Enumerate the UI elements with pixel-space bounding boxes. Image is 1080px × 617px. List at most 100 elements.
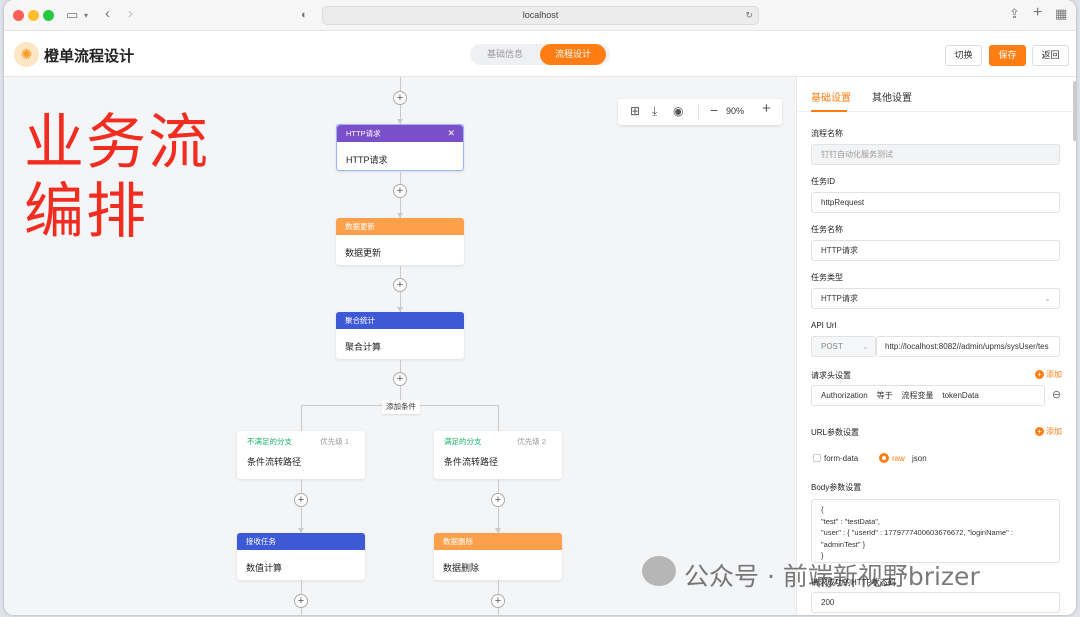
import-icon[interactable]: ⊞ <box>630 104 640 118</box>
watermark: 公众号 · 前端新视野brizer <box>642 556 980 593</box>
branch-priority: 优先级 2 <box>517 437 546 446</box>
api-url-label: API Url <box>811 321 837 330</box>
flow-canvas[interactable]: 业务流 编排 ⊞ ⤓ ◉ − 90% + + HTTP请求 ✕ HTTP请求 + … <box>4 77 796 615</box>
zoom-level: 90% <box>726 106 745 116</box>
tab-other-settings[interactable]: 其他设置 <box>872 89 912 104</box>
branch-priority: 优先级 1 <box>320 437 349 446</box>
add-node-button[interactable]: + <box>393 372 407 386</box>
add-node-button[interactable]: + <box>294 594 308 608</box>
add-node-button[interactable]: + <box>393 184 407 198</box>
overlay-title-line1: 业务流 <box>24 108 210 178</box>
node-body: HTTP请求 <box>346 155 388 165</box>
minimize-window-button[interactable] <box>28 10 39 21</box>
address-bar[interactable]: localhost ↻ <box>322 6 759 25</box>
add-node-button[interactable]: + <box>491 594 505 608</box>
add-node-button[interactable]: + <box>393 278 407 292</box>
header-tabs: 基础信息 流程设计 <box>470 44 610 65</box>
add-header-button[interactable]: + 添加 <box>1035 369 1062 380</box>
branch-node-satisfied[interactable]: 满足的分支 优先级 2 条件流转路径 <box>434 431 562 479</box>
header-row[interactable]: Authorization 等于 流程变量 tokenData <box>811 385 1045 406</box>
zoom-in-icon[interactable]: + <box>762 101 771 116</box>
flow-node-data-delete[interactable]: 数据删除 数据删除 <box>434 533 562 580</box>
delete-node-icon[interactable]: ✕ <box>447 125 455 142</box>
branch-title: 不满足的分支 <box>247 437 292 446</box>
radio-raw[interactable]: raw <box>879 453 905 463</box>
overlay-title: 业务流 编排 <box>24 109 210 247</box>
close-window-button[interactable] <box>13 10 24 21</box>
task-name-field[interactable]: HTTP请求 <box>811 240 1060 261</box>
browser-window: ▭ ▾ ‹ › ◐ localhost ↻ ⇪ + ▦ ✺ 橙单流程设计 基础信… <box>4 0 1076 615</box>
switch-button[interactable]: 切换 <box>945 45 982 66</box>
back-button[interactable]: 返回 <box>1032 45 1069 66</box>
node-body: 数据删除 <box>443 563 480 573</box>
task-type-value: HTTP请求 <box>821 294 858 303</box>
add-node-button[interactable]: + <box>491 493 505 507</box>
tab-basic-settings[interactable]: 基础设置 <box>811 89 851 104</box>
orange-logo-icon: ✺ <box>14 42 39 67</box>
reload-icon[interactable]: ↻ <box>745 7 753 24</box>
tab-basic-info[interactable]: 基础信息 <box>474 44 536 65</box>
share-icon[interactable]: ⇪ <box>1009 7 1020 21</box>
branch-header: 满足的分支 优先级 2 <box>434 431 562 449</box>
sidebar-toggle-icon[interactable]: ▭ <box>66 8 78 22</box>
node-header: 聚合统计 <box>336 312 464 329</box>
flow-name-label: 流程名称 <box>811 129 843 138</box>
body-params-editor[interactable]: { "test" : "testData", "user" : { "userI… <box>811 499 1060 563</box>
node-header-text: 数据更新 <box>345 222 375 231</box>
node-header-text: 数据删除 <box>443 537 473 546</box>
add-node-button[interactable]: + <box>294 493 308 507</box>
node-header: HTTP请求 ✕ <box>337 125 463 142</box>
body-params-label: Body参数设置 <box>811 483 862 492</box>
plus-icon: + <box>1035 370 1044 379</box>
node-body: 数值计算 <box>246 563 283 573</box>
task-type-label: 任务类型 <box>811 273 843 282</box>
node-header: 接收任务 <box>237 533 365 550</box>
url-params-label: URL参数设置 <box>811 428 860 437</box>
task-name-label: 任务名称 <box>811 225 843 234</box>
add-url-param-button[interactable]: + 添加 <box>1035 426 1062 437</box>
panel-scrollbar[interactable] <box>1073 81 1076 141</box>
tab-flow-design[interactable]: 流程设计 <box>540 44 606 65</box>
add-node-button[interactable]: + <box>393 91 407 105</box>
back-arrow-icon[interactable]: ‹ <box>105 6 110 21</box>
task-type-select[interactable]: HTTP请求 ⌄ <box>811 288 1060 309</box>
branch-connector <box>498 405 499 432</box>
forward-arrow-icon[interactable]: › <box>128 6 133 21</box>
tab-overview-icon[interactable]: ▦ <box>1055 7 1067 21</box>
panel-tabs: 基础设置 其他设置 <box>797 77 1076 112</box>
success-status-field[interactable]: 200 <box>811 592 1060 613</box>
task-id-field[interactable]: httpRequest <box>811 192 1060 213</box>
preview-eye-icon[interactable]: ◉ <box>673 104 683 118</box>
save-button[interactable]: 保存 <box>989 45 1026 66</box>
radio-form-data[interactable]: form-data <box>813 454 858 463</box>
node-body: 聚合计算 <box>345 342 382 352</box>
node-header-text: HTTP请求 <box>346 129 381 138</box>
zoom-out-icon[interactable]: − <box>710 103 718 117</box>
add-condition-button[interactable]: 添加条件 <box>382 400 420 414</box>
browser-titlebar: ▭ ▾ ‹ › ◐ localhost ↻ ⇪ + ▦ <box>4 0 1076 31</box>
flow-name-field: 钉钉自动化服务测试 <box>811 144 1060 165</box>
body-line: { <box>821 505 824 514</box>
flow-node-receive-task[interactable]: 接收任务 数值计算 <box>237 533 365 580</box>
chevron-down-icon: ⌄ <box>1044 294 1051 303</box>
branch-node-unsatisfied[interactable]: 不满足的分支 优先级 1 条件流转路径 <box>237 431 365 479</box>
raw-format: json <box>912 454 927 463</box>
branch-header: 不满足的分支 优先级 1 <box>237 431 365 449</box>
tab-basic-info-label: 基础信息 <box>486 49 523 59</box>
shield-icon: ◐ <box>301 9 308 21</box>
zoom-window-button[interactable] <box>43 10 54 21</box>
node-header-text: 接收任务 <box>246 537 276 546</box>
remove-header-icon[interactable]: ⊖ <box>1052 388 1061 401</box>
new-tab-icon[interactable]: + <box>1033 5 1042 21</box>
api-method-select[interactable]: POST ⌄ <box>811 336 876 357</box>
api-url-field[interactable]: http://localhost:8082//admin/upms/sysUse… <box>876 336 1060 357</box>
address-bar-text: localhost <box>522 10 559 20</box>
flow-node-data-update[interactable]: 数据更新 数据更新 <box>336 218 464 265</box>
branch-body: 条件流转路径 <box>444 457 499 467</box>
flow-node-aggregate[interactable]: 聚合统计 聚合计算 <box>336 312 464 359</box>
flow-node-http[interactable]: HTTP请求 ✕ HTTP请求 <box>336 124 464 171</box>
download-icon[interactable]: ⤓ <box>652 104 657 118</box>
body-line: "user" : { "userId" : 177977740060367667… <box>821 528 1013 537</box>
chevron-down-icon[interactable]: ▾ <box>84 9 88 23</box>
branch-body: 条件流转路径 <box>247 457 302 467</box>
